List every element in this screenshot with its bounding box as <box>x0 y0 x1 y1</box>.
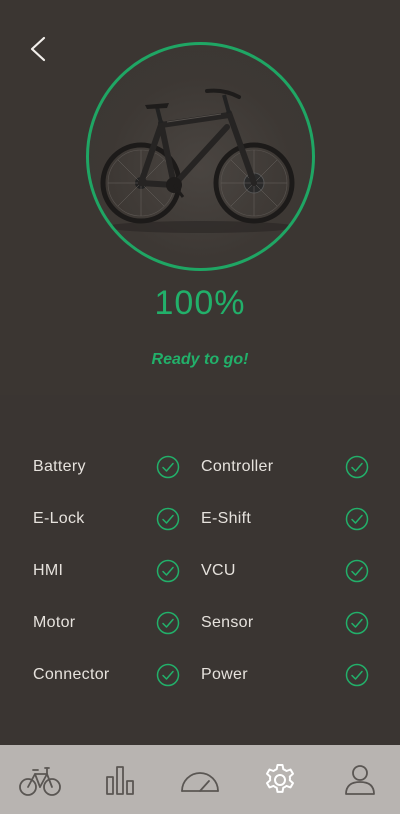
nav-item-bike[interactable] <box>10 750 70 810</box>
check-label: Motor <box>33 614 76 631</box>
check-circle-icon <box>345 559 369 583</box>
chevron-left-icon <box>30 36 46 62</box>
check-label: Controller <box>201 458 274 475</box>
diagnostics-list: Battery Controller E-Lock E-Shift HMI VC… <box>33 441 369 701</box>
e-bike-illustration <box>100 88 296 233</box>
check-circle-icon <box>156 559 180 583</box>
settings-icon <box>266 763 294 793</box>
nav-item-speedometer[interactable] <box>170 750 230 810</box>
status-text: Ready to go! <box>151 351 249 368</box>
nav-item-settings[interactable] <box>250 750 310 810</box>
nav-item-profile[interactable] <box>330 750 390 810</box>
check-item-hmi: HMI <box>33 545 201 597</box>
nav-item-stats[interactable] <box>90 750 150 810</box>
charge-percent: 100% <box>154 284 246 322</box>
check-item-connector: Connector <box>33 649 201 701</box>
check-item-vcu: VCU <box>201 545 369 597</box>
check-item-e-shift: E-Shift <box>201 493 369 545</box>
bike-icon <box>19 766 61 796</box>
check-circle-icon <box>156 611 180 635</box>
check-label: VCU <box>201 562 236 579</box>
top-section: 100% Ready to go! <box>0 0 400 395</box>
check-item-controller: Controller <box>201 441 369 493</box>
check-circle-icon <box>345 507 369 531</box>
check-label: Connector <box>33 666 110 683</box>
check-label: Battery <box>33 458 86 475</box>
check-circle-icon <box>156 507 180 531</box>
check-item-power: Power <box>201 649 369 701</box>
back-button[interactable] <box>24 32 54 66</box>
check-label: E-Lock <box>33 510 85 527</box>
profile-icon <box>345 764 375 795</box>
check-circle-icon <box>345 663 369 687</box>
check-label: E-Shift <box>201 510 252 527</box>
check-item-motor: Motor <box>33 597 201 649</box>
check-item-sensor: Sensor <box>201 597 369 649</box>
check-circle-icon <box>345 611 369 635</box>
speedometer-icon <box>181 771 219 792</box>
check-label: Sensor <box>201 614 254 631</box>
check-label: HMI <box>33 562 64 579</box>
check-circle-icon <box>345 455 369 479</box>
check-item-battery: Battery <box>33 441 201 493</box>
check-label: Power <box>201 666 248 683</box>
stats-icon <box>106 765 134 795</box>
check-circle-icon <box>156 663 180 687</box>
bike-ring <box>86 42 315 271</box>
bottom-nav <box>0 745 400 814</box>
check-item-e-lock: E-Lock <box>33 493 201 545</box>
check-circle-icon <box>156 455 180 479</box>
